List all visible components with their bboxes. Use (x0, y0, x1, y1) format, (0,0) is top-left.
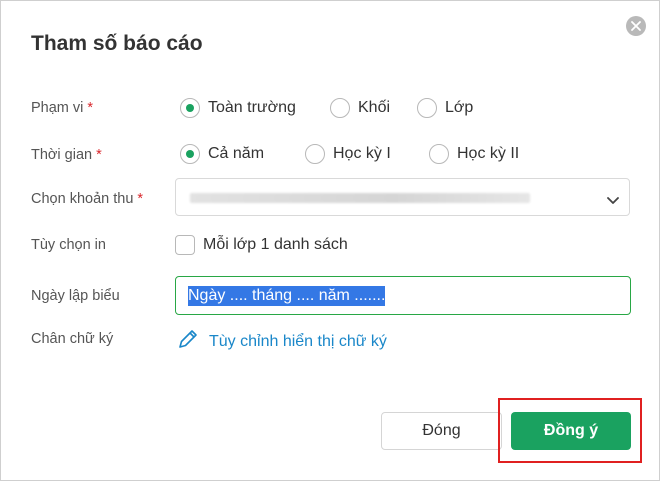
radio-label: Cả năm (208, 145, 265, 162)
date-input-value: Ngày .... tháng .... năm ....... (188, 285, 386, 306)
radio-scope-grade[interactable]: Khối (330, 98, 390, 118)
chevron-down-icon[interactable] (607, 192, 619, 210)
radio-checked-icon[interactable] (180, 144, 200, 164)
time-label: Thời gian * (31, 147, 102, 163)
required-mark: * (96, 147, 102, 163)
radio-unchecked-icon[interactable] (429, 144, 449, 164)
dialog-title: Tham số báo cáo (31, 32, 203, 55)
confirm-button[interactable]: Đồng ý (511, 412, 631, 450)
radio-unchecked-icon[interactable] (417, 98, 437, 118)
radio-label: Lớp (445, 99, 474, 116)
checkbox-label: Mỗi lớp 1 danh sách (203, 236, 348, 253)
checkbox-unchecked-icon[interactable] (175, 235, 195, 255)
fee-select[interactable] (175, 178, 630, 216)
radio-scope-school[interactable]: Toàn trường (180, 98, 296, 118)
radio-time-full-year[interactable]: Cả năm (180, 144, 264, 164)
fee-label: Chọn khoản thu * (31, 191, 144, 207)
radio-label: Toàn trường (208, 99, 296, 116)
radio-unchecked-icon[interactable] (305, 144, 325, 164)
customize-signature-text: Tùy chỉnh hiển thị chữ ký (209, 332, 387, 350)
signature-label: Chân chữ ký (31, 331, 114, 347)
date-label: Ngày lập biểu (31, 288, 120, 304)
required-mark: * (87, 100, 94, 116)
close-button[interactable]: Đóng (381, 412, 502, 450)
report-parameters-dialog: Tham số báo cáo Phạm vi * Toàn trường Khố… (0, 0, 660, 481)
close-icon[interactable] (626, 16, 646, 36)
per-class-list-checkbox[interactable]: Mỗi lớp 1 danh sách (175, 235, 348, 255)
customize-signature-link[interactable]: Tùy chỉnh hiển thị chữ ký (177, 328, 387, 355)
radio-unchecked-icon[interactable] (330, 98, 350, 118)
required-mark: * (137, 191, 144, 207)
print-option-label: Tùy chọn in (31, 237, 106, 253)
date-input[interactable]: Ngày .... tháng .... năm ....... (175, 276, 631, 315)
scope-label: Phạm vi * (31, 100, 94, 116)
radio-time-semester-1[interactable]: Học kỳ I (305, 144, 391, 164)
radio-scope-class[interactable]: Lớp (417, 98, 473, 118)
pencil-icon (177, 328, 199, 355)
radio-checked-icon[interactable] (180, 98, 200, 118)
radio-label: Học kỳ I (333, 145, 391, 162)
radio-label: Học kỳ II (457, 145, 520, 162)
fee-select-value (190, 193, 530, 203)
radio-label: Khối (358, 99, 391, 116)
radio-time-semester-2[interactable]: Học kỳ II (429, 144, 519, 164)
